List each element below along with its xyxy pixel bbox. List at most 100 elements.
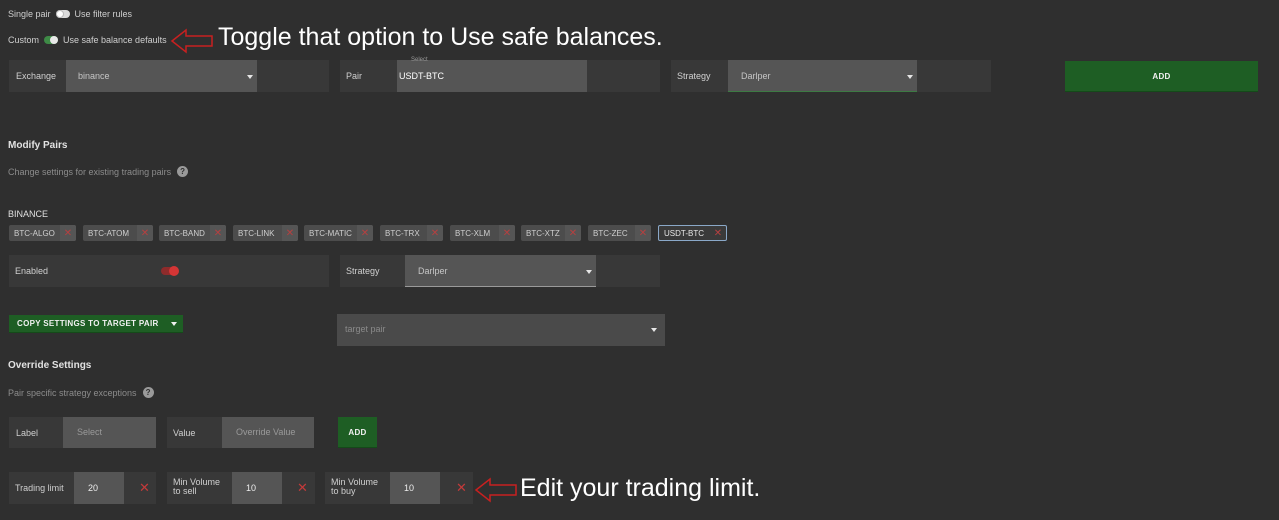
- toggle-knob: [55, 10, 64, 18]
- annotation-arrow-left-icon: [170, 28, 213, 54]
- pair-strategy-label: Strategy: [346, 266, 380, 276]
- pair-strategy-value: Darlper: [418, 266, 448, 276]
- copy-settings-button[interactable]: COPY SETTINGS TO TARGET PAIR: [9, 315, 183, 333]
- remove-pair-icon[interactable]: ✕: [710, 225, 726, 241]
- override-label-group: Label Select: [9, 417, 156, 448]
- remove-pair-icon[interactable]: ✕: [635, 225, 651, 241]
- remove-pair-icon[interactable]: ✕: [60, 225, 76, 241]
- min-volume-sell-group: Min Volume to sell 10 ✕: [167, 472, 315, 504]
- pair-label: Pair: [346, 71, 363, 81]
- chevron-down-icon: [651, 328, 657, 332]
- help-icon[interactable]: ?: [177, 166, 189, 177]
- single-pair-row: Single pair Use filter rules: [8, 9, 132, 19]
- annotation-arrow-left-icon: [474, 477, 517, 503]
- clear-min-volume-buy-icon[interactable]: ✕: [456, 480, 467, 496]
- remove-pair-icon[interactable]: ✕: [499, 225, 515, 241]
- override-label-placeholder: Select: [77, 427, 103, 437]
- use-safe-balance-label: Use safe balance defaults: [63, 35, 167, 45]
- pair-chip[interactable]: BTC-TRX ✕: [380, 225, 443, 241]
- min-volume-buy-label-line2: to buy: [331, 486, 356, 496]
- override-value-label: Value: [173, 428, 196, 438]
- clear-min-volume-sell-icon[interactable]: ✕: [297, 480, 308, 496]
- remove-pair-icon[interactable]: ✕: [137, 225, 153, 241]
- pair-chip-label: BTC-TRX: [385, 228, 420, 238]
- toggle-knob: [169, 266, 179, 276]
- chevron-down-icon: [586, 270, 592, 274]
- pair-chip-label: BTC-BAND: [164, 228, 205, 238]
- pair-chip[interactable]: BTC-MATIC ✕: [304, 225, 373, 241]
- enabled-toggle[interactable]: [161, 266, 179, 276]
- pair-chip-selected[interactable]: USDT-BTC ✕: [658, 225, 727, 241]
- chevron-down-icon: [170, 321, 177, 326]
- remove-pair-icon[interactable]: ✕: [282, 225, 298, 241]
- use-filter-rules-label: Use filter rules: [74, 9, 133, 19]
- custom-label: Custom: [8, 35, 40, 45]
- exchange-value: binance: [78, 71, 110, 81]
- pair-chip[interactable]: BTC-XTZ ✕: [521, 225, 581, 241]
- add-pair-button[interactable]: ADD: [1065, 61, 1258, 92]
- pair-select-caption: Select: [411, 57, 428, 63]
- strategy-select[interactable]: Darlper: [728, 60, 917, 92]
- exchange-label: Exchange: [16, 71, 57, 81]
- pair-strategy-group: Strategy Darlper: [340, 255, 660, 287]
- pair-group: Pair Select USDT-BTC: [340, 57, 660, 92]
- clear-trading-limit-icon[interactable]: ✕: [139, 480, 150, 496]
- enabled-group: Enabled: [9, 255, 329, 287]
- pair-chip[interactable]: BTC-ATOM ✕: [83, 225, 153, 241]
- remove-pair-icon[interactable]: ✕: [427, 225, 443, 241]
- pair-chip-label: BTC-LINK: [238, 228, 275, 238]
- annotation-toggle-note: Toggle that option to Use safe balances.: [218, 23, 663, 51]
- pair-chip[interactable]: BTC-ALGO ✕: [9, 225, 76, 241]
- pair-chip[interactable]: BTC-LINK ✕: [233, 225, 298, 241]
- pair-chip[interactable]: BTC-ZEC ✕: [588, 225, 651, 241]
- exchange-group: Exchange binance: [9, 60, 329, 92]
- exchange-heading: BINANCE: [8, 209, 49, 219]
- override-settings-title: Override Settings: [8, 360, 92, 371]
- single-pair-label: Single pair: [8, 9, 51, 19]
- safe-balance-toggle[interactable]: [44, 36, 59, 44]
- pair-chip[interactable]: BTC-XLM ✕: [450, 225, 515, 241]
- chevron-down-icon: [247, 75, 253, 79]
- min-volume-sell-value: 10: [246, 483, 257, 493]
- min-volume-sell-input[interactable]: 10: [232, 472, 282, 504]
- exchange-select[interactable]: binance: [66, 60, 257, 92]
- strategy-label: Strategy: [677, 71, 711, 81]
- pair-value: USDT-BTC: [399, 71, 444, 81]
- pair-chip-label: BTC-XLM: [455, 228, 491, 238]
- trading-limit-value: 20: [88, 483, 99, 493]
- target-pair-select[interactable]: target pair: [337, 314, 665, 346]
- trading-limit-group: Trading limit 20 ✕: [9, 472, 156, 504]
- min-volume-sell-label-line2: to sell: [173, 486, 197, 496]
- override-subtitle-row: Pair specific strategy exceptions ?: [8, 387, 154, 398]
- pair-chip-label: BTC-XTZ: [526, 228, 560, 238]
- enabled-label: Enabled: [15, 266, 49, 276]
- min-volume-buy-input[interactable]: 10: [390, 472, 440, 504]
- override-label-label: Label: [16, 428, 39, 438]
- override-value-group: Value Override Value: [167, 417, 314, 448]
- min-volume-buy-value: 10: [404, 483, 415, 493]
- custom-row: Custom Use safe balance defaults: [8, 35, 167, 45]
- override-value-input[interactable]: Override Value: [222, 417, 314, 448]
- help-icon[interactable]: ?: [142, 387, 154, 398]
- modify-pairs-title: Modify Pairs: [8, 140, 68, 151]
- pair-chip-label: BTC-ALGO: [14, 228, 55, 238]
- single-pair-toggle[interactable]: [55, 10, 70, 18]
- add-override-button[interactable]: ADD: [338, 417, 377, 448]
- pair-chip-label: BTC-MATIC: [309, 228, 352, 238]
- strategy-group: Strategy Darlper: [671, 60, 991, 92]
- pair-input[interactable]: Select USDT-BTC: [397, 57, 587, 92]
- trading-limit-input[interactable]: 20: [74, 472, 124, 504]
- remove-pair-icon[interactable]: ✕: [357, 225, 373, 241]
- min-volume-buy-group: Min Volume to buy 10 ✕: [325, 472, 473, 504]
- pair-chip[interactable]: BTC-BAND ✕: [159, 225, 226, 241]
- remove-pair-icon[interactable]: ✕: [565, 225, 581, 241]
- min-volume-sell-label: Min Volume to sell: [173, 478, 220, 496]
- override-label-select[interactable]: Select: [63, 417, 156, 448]
- strategy-value: Darlper: [741, 71, 771, 81]
- copy-settings-label: COPY SETTINGS TO TARGET PAIR: [17, 319, 159, 328]
- pair-strategy-select[interactable]: Darlper: [405, 255, 596, 287]
- trading-limit-label: Trading limit: [15, 483, 64, 493]
- remove-pair-icon[interactable]: ✕: [210, 225, 226, 241]
- annotation-trading-limit-note: Edit your trading limit.: [520, 474, 761, 502]
- override-value-placeholder: Override Value: [236, 427, 296, 437]
